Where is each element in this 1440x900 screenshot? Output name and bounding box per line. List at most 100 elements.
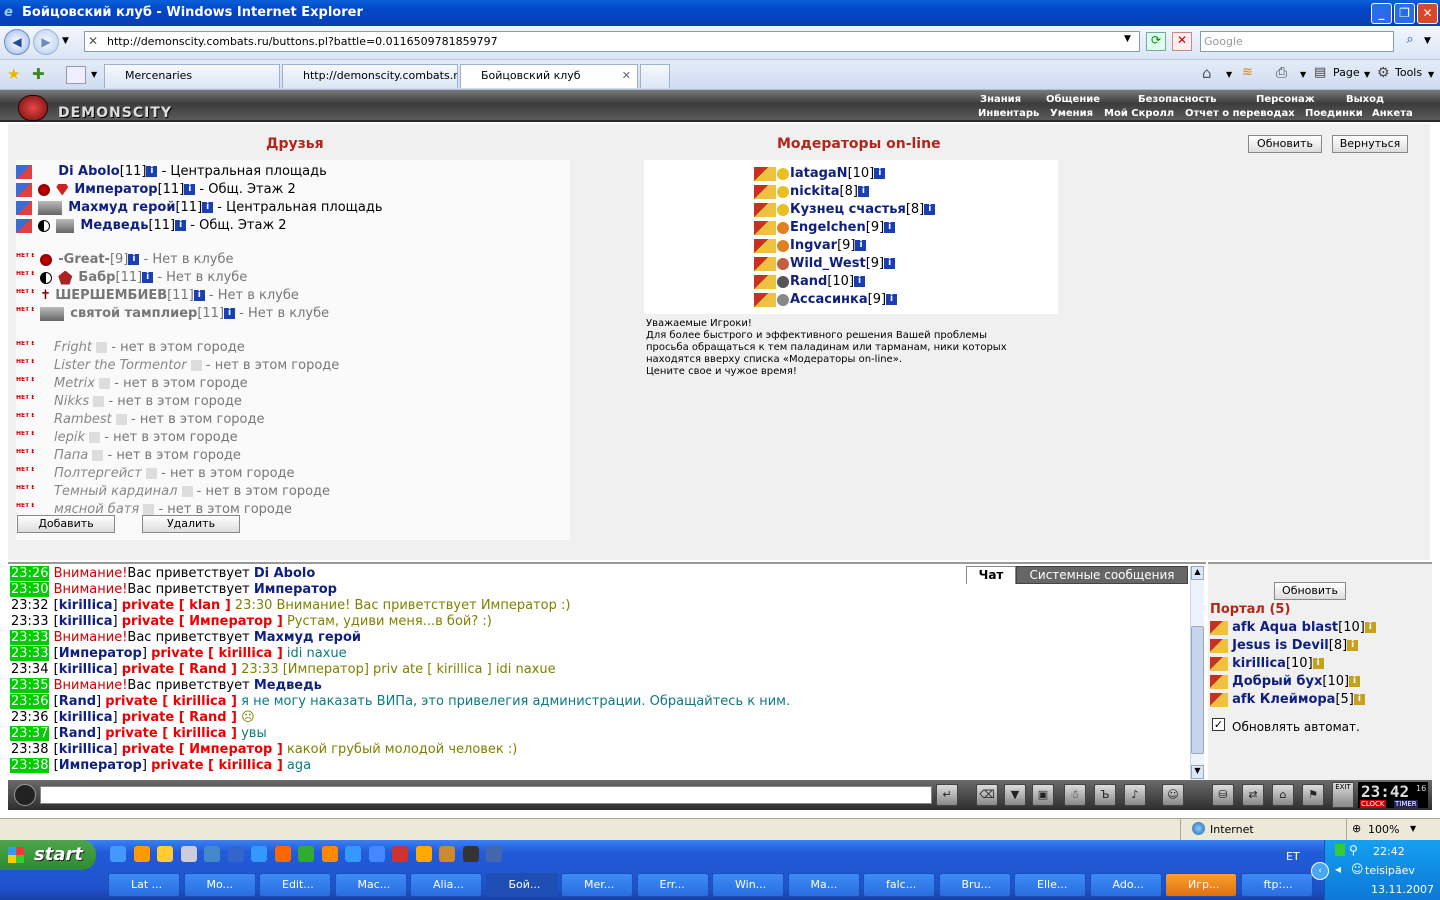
page-dropdown-icon[interactable]: ▼ <box>1364 70 1370 79</box>
tab-list-dropdown-icon[interactable]: ▼ <box>91 70 97 79</box>
chat-timestamp[interactable]: 23:30 <box>10 582 50 597</box>
save-icon[interactable]: ▣ <box>1032 784 1054 806</box>
tab-system-messages[interactable]: Системные сообщения <box>1016 566 1188 584</box>
smile-icon[interactable]: ☺ <box>1162 784 1184 806</box>
menu-character[interactable]: Персонаж <box>1256 94 1315 105</box>
new-tab-button[interactable] <box>640 64 670 88</box>
user-nick[interactable]: kirillica <box>1232 656 1286 671</box>
info-icon[interactable]: i <box>175 220 187 231</box>
moderator-nick[interactable]: IatagaN <box>790 166 848 181</box>
maximize-button[interactable]: ❐ <box>1394 3 1415 24</box>
chat-timestamp[interactable]: 23:38 <box>10 758 50 773</box>
friend-nick[interactable]: Metrix <box>54 376 95 391</box>
browser-icon[interactable] <box>251 846 267 862</box>
ie-icon[interactable] <box>110 846 126 862</box>
network-icon[interactable] <box>1335 844 1345 856</box>
taskbar-item[interactable]: falc... <box>863 873 935 897</box>
history-dropdown-icon[interactable]: ▼ <box>62 36 69 46</box>
chat-settings-icon[interactable] <box>14 784 36 806</box>
scroll-up-icon[interactable]: ▲ <box>1191 566 1204 580</box>
chat-input[interactable] <box>40 786 932 804</box>
page-menu[interactable]: Page <box>1333 66 1360 79</box>
ignore-icon[interactable] <box>181 486 193 497</box>
info-icon[interactable]: i <box>1353 694 1365 705</box>
private-tag[interactable]: private [ kirillica ] <box>105 694 237 709</box>
taskbar-item[interactable]: Игр... <box>1165 873 1237 897</box>
taskbar-item[interactable]: Mac... <box>334 873 407 897</box>
taskbar-item[interactable]: Win... <box>712 873 784 897</box>
safely-remove-icon[interactable]: ⚲ <box>1349 843 1358 857</box>
info-icon[interactable]: i <box>857 186 869 197</box>
info-icon[interactable]: i <box>1364 622 1376 633</box>
taskbar-item[interactable]: Бой... <box>485 873 558 897</box>
remove-friend-button[interactable]: Удалить <box>142 515 240 533</box>
back-button[interactable]: ◀ <box>4 29 30 55</box>
friend-nick[interactable]: Бабр <box>78 270 115 285</box>
url-dropdown-icon[interactable]: ▼ <box>1124 34 1131 44</box>
info-icon[interactable]: i <box>886 294 898 305</box>
chat-nick[interactable]: kirillica <box>59 598 113 613</box>
add-friend-button[interactable]: Добавить <box>17 515 115 533</box>
chat-timestamp[interactable]: 23:33 <box>10 630 50 645</box>
chat-nick[interactable]: kirillica <box>59 662 113 677</box>
friend-nick[interactable]: Di Abolo <box>58 164 119 179</box>
favorites-star-icon[interactable]: ★ <box>7 65 20 83</box>
ignore-icon[interactable] <box>93 396 105 407</box>
friend-nick[interactable]: Император <box>74 182 157 197</box>
forward-button[interactable]: ▶ <box>33 29 59 55</box>
ignore-icon[interactable] <box>96 342 108 353</box>
chat-nick[interactable]: Император <box>254 582 337 597</box>
translit-icon[interactable]: Ъ <box>1094 784 1116 806</box>
ignore-icon[interactable] <box>190 360 202 371</box>
language-indicator[interactable]: ET <box>1286 850 1300 863</box>
info-icon[interactable]: i <box>193 290 205 301</box>
online-refresh-button[interactable]: Обновить <box>1274 582 1346 600</box>
private-message-icon[interactable] <box>1210 620 1228 635</box>
network-icon[interactable] <box>204 846 220 862</box>
friend-nick[interactable]: Папа <box>54 448 88 463</box>
skype-icon[interactable] <box>345 846 361 862</box>
refresh-icon[interactable]: ⟳ <box>1146 32 1166 51</box>
menu-my-scroll[interactable]: Мой Скролл <box>1104 108 1174 119</box>
editor-icon[interactable] <box>392 846 408 862</box>
send-icon[interactable]: ↵ <box>936 784 958 806</box>
info-icon[interactable]: i <box>1312 658 1324 669</box>
show-hidden-icons-icon[interactable]: ‹ <box>1311 862 1329 880</box>
taskbar-item[interactable]: Mo... <box>183 873 256 897</box>
friend-nick[interactable]: -Great- <box>58 252 110 267</box>
taskbar-item[interactable]: Ado... <box>1089 873 1162 897</box>
private-tag[interactable]: private [ klan ] <box>122 598 231 613</box>
chat-nick[interactable]: Медведь <box>254 678 322 693</box>
menu-inventory[interactable]: Инвентарь <box>978 108 1039 119</box>
zoom-level[interactable]: 100% <box>1368 823 1399 836</box>
ignore-icon[interactable] <box>89 432 101 443</box>
ignore-icon[interactable] <box>92 450 104 461</box>
search-icon[interactable]: ⌕ <box>1400 32 1420 51</box>
moderator-nick[interactable]: Engelchen <box>790 220 866 235</box>
info-icon[interactable]: i <box>184 184 196 195</box>
chat-timestamp[interactable]: 23:37 <box>10 726 50 741</box>
private-tag[interactable]: private [ kirillica ] <box>151 646 283 661</box>
home-dropdown-icon[interactable]: ▼ <box>1226 70 1232 79</box>
notepad-icon[interactable] <box>180 846 197 862</box>
info-icon[interactable]: i <box>128 254 140 265</box>
chat-timestamp[interactable]: 23:35 <box>10 678 50 693</box>
zoom-dropdown-icon[interactable]: ▼ <box>1410 824 1416 833</box>
chat-nick[interactable]: Император <box>59 758 142 773</box>
print-dropdown-icon[interactable]: ▼ <box>1300 70 1306 79</box>
info-icon[interactable]: i <box>884 222 896 233</box>
chat-timestamp[interactable]: 23:34 <box>10 662 49 677</box>
private-message-icon[interactable] <box>1210 692 1228 707</box>
info-icon[interactable]: i <box>924 204 936 215</box>
url-input[interactable]: http://demonscity.combats.ru/buttons.pl?… <box>84 31 1140 52</box>
chat-nick[interactable]: kirillica <box>59 710 113 725</box>
ignore-icon[interactable] <box>99 378 111 389</box>
menu-knowledge[interactable]: Знания <box>980 94 1021 105</box>
friend-nick[interactable]: ШЕРШЕМБИЕВ <box>55 288 167 303</box>
firefox-icon[interactable] <box>274 846 291 862</box>
close-tab-icon[interactable]: ✕ <box>622 65 631 87</box>
user-nick[interactable]: afk Клеймора <box>1232 692 1335 707</box>
chat-nick[interactable]: Rand <box>59 694 96 709</box>
menu-skills[interactable]: Умения <box>1050 108 1093 119</box>
friend-nick[interactable]: Rambest <box>54 412 112 427</box>
